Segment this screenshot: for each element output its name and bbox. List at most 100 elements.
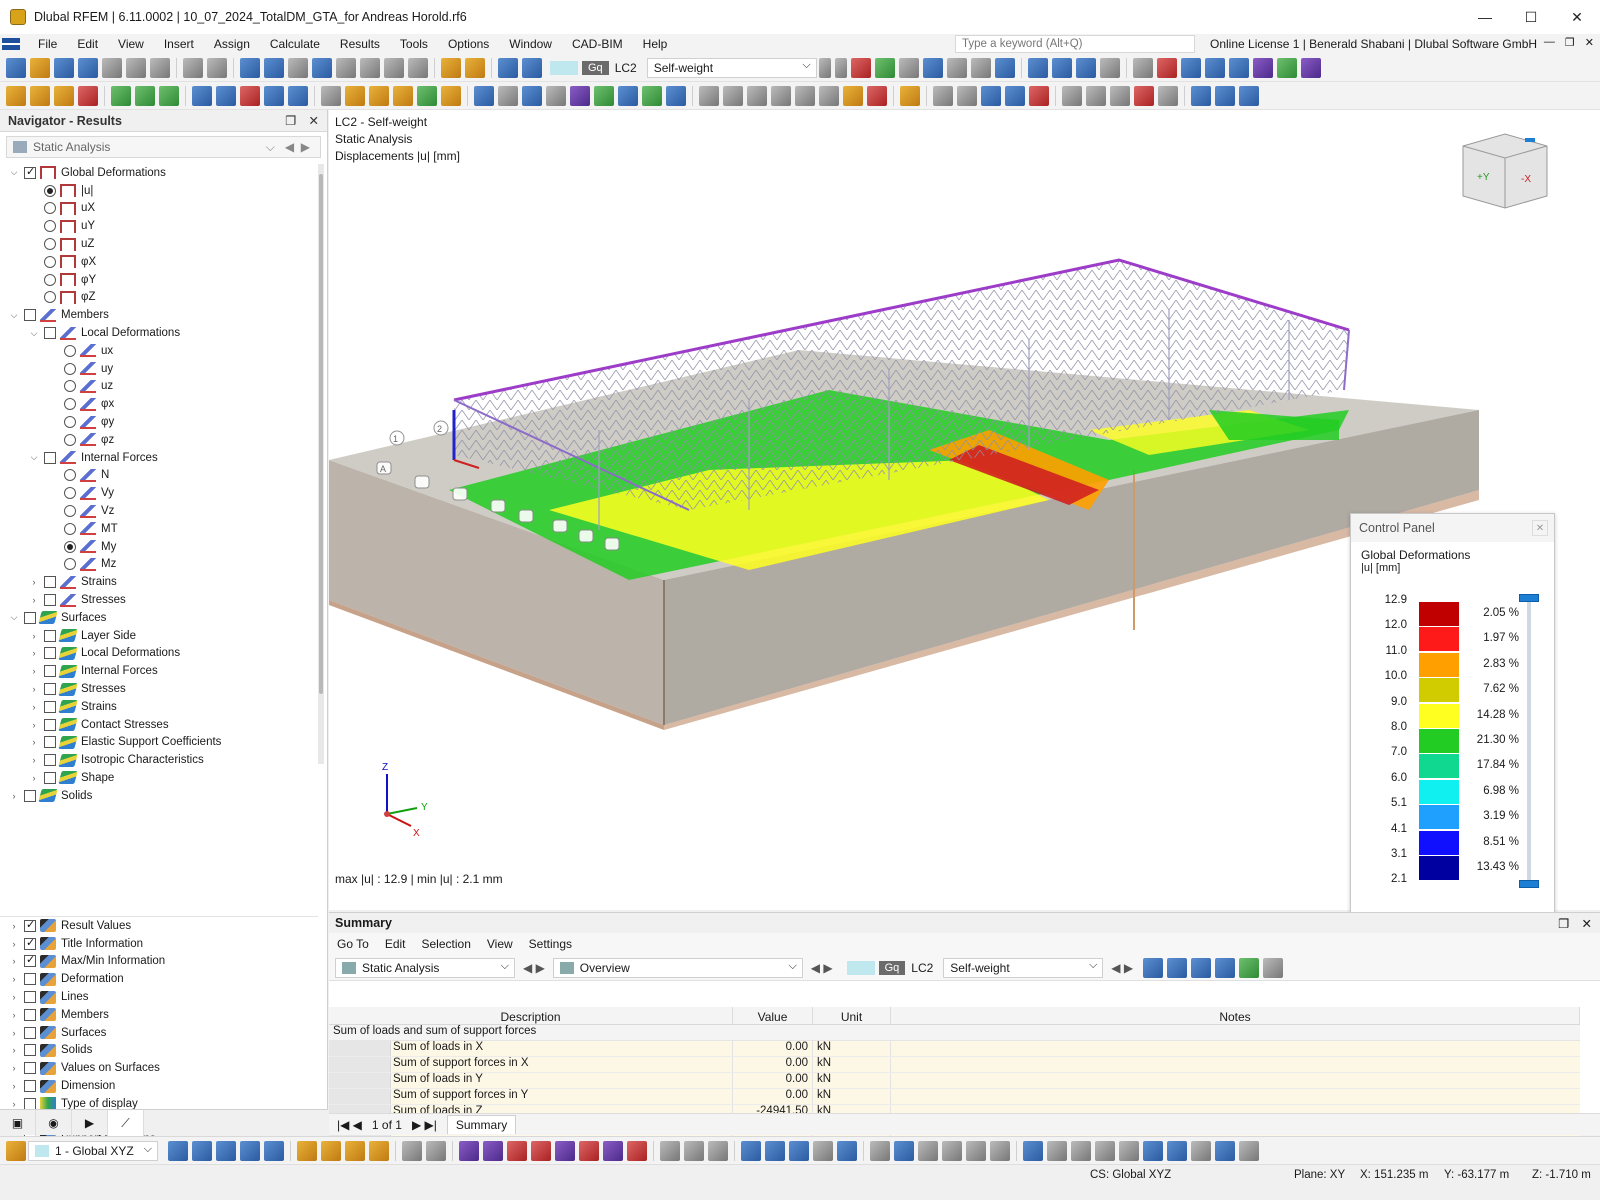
select-4-icon[interactable] bbox=[240, 1140, 260, 1161]
draw-3-icon[interactable] bbox=[507, 1140, 527, 1161]
snap-grid3-icon[interactable] bbox=[1167, 1140, 1187, 1161]
display-checkbox[interactable] bbox=[24, 953, 36, 968]
expand-arrow-icon[interactable]: › bbox=[8, 956, 20, 966]
view-cube[interactable]: +Y -X bbox=[1451, 128, 1559, 218]
tree-radio[interactable] bbox=[64, 469, 76, 482]
grid-icon[interactable] bbox=[933, 85, 953, 106]
load-surface-icon[interactable] bbox=[393, 85, 413, 106]
color-scale-icon[interactable] bbox=[900, 85, 920, 106]
filter-icon[interactable] bbox=[474, 85, 494, 106]
values-icon[interactable] bbox=[898, 57, 919, 78]
expand-arrow-icon[interactable]: › bbox=[8, 791, 20, 801]
select-9-icon[interactable] bbox=[369, 1140, 389, 1161]
align-2-icon[interactable] bbox=[723, 85, 743, 106]
display-loads-icon[interactable] bbox=[666, 85, 686, 106]
supports-icon[interactable] bbox=[922, 57, 943, 78]
tree-item-mt-20[interactable]: MT bbox=[0, 520, 318, 538]
tree-checkbox[interactable] bbox=[44, 700, 56, 713]
tree-item-u-1[interactable]: |u| bbox=[0, 182, 318, 200]
print-icon[interactable] bbox=[126, 57, 146, 78]
summary-tool-3-icon[interactable] bbox=[1191, 957, 1212, 978]
load-free-icon[interactable] bbox=[441, 85, 461, 106]
axis-y-icon[interactable] bbox=[1276, 57, 1297, 78]
display-checkbox[interactable] bbox=[24, 1008, 36, 1021]
tree-checkbox[interactable] bbox=[44, 594, 56, 607]
console-icon[interactable] bbox=[336, 57, 356, 78]
next-arrow-icon[interactable] bbox=[834, 57, 847, 78]
child-restore-icon[interactable]: ❐ bbox=[1565, 36, 1575, 49]
angle-icon[interactable] bbox=[870, 1140, 890, 1161]
expand-arrow-icon[interactable]: ⌵ bbox=[8, 167, 20, 178]
expand-arrow-icon[interactable]: › bbox=[8, 1081, 20, 1091]
measure-icon[interactable] bbox=[288, 57, 308, 78]
tree-radio[interactable] bbox=[64, 398, 76, 411]
align-1-icon[interactable] bbox=[699, 85, 719, 106]
table-row[interactable]: Sum of loads in X 0.00 kN bbox=[329, 1041, 1580, 1057]
menu-window[interactable]: Window bbox=[499, 37, 562, 51]
tree-checkbox[interactable] bbox=[44, 629, 56, 642]
child-close-icon[interactable]: ✕ bbox=[1585, 36, 1594, 49]
tree-item-x-13[interactable]: φx bbox=[0, 395, 318, 413]
tree-item-vy-18[interactable]: Vy bbox=[0, 484, 318, 502]
menu-insert[interactable]: Insert bbox=[154, 37, 204, 51]
snap-icon[interactable] bbox=[6, 85, 26, 106]
dlubal-center-icon[interactable] bbox=[54, 57, 74, 78]
tree-checkbox[interactable] bbox=[44, 576, 56, 589]
child-minimize-icon[interactable]: — bbox=[1544, 36, 1555, 49]
draw-1-icon[interactable] bbox=[459, 1140, 479, 1161]
undo-icon[interactable] bbox=[183, 57, 203, 78]
display-members-icon[interactable] bbox=[570, 85, 590, 106]
summary-menu-selection[interactable]: Selection bbox=[414, 937, 479, 951]
view-cs-combo[interactable]: 1 - Global XYZ bbox=[28, 1140, 158, 1161]
line-tool-icon[interactable] bbox=[30, 85, 50, 106]
solid-tool-icon[interactable] bbox=[264, 85, 284, 106]
tree-radio[interactable] bbox=[44, 184, 56, 197]
display-solids-icon[interactable] bbox=[618, 85, 638, 106]
minimize-button[interactable]: — bbox=[1462, 0, 1508, 34]
expand-arrow-icon[interactable]: › bbox=[8, 1099, 20, 1109]
tree-radio[interactable] bbox=[64, 344, 76, 357]
tree-item-layer-side-26[interactable]: › Layer Side bbox=[0, 627, 318, 645]
object-snap-icon[interactable] bbox=[981, 85, 1001, 106]
view-3d-icon[interactable] bbox=[1180, 57, 1201, 78]
tree-radio[interactable] bbox=[64, 505, 76, 518]
result-values-icon[interactable] bbox=[1051, 57, 1072, 78]
nav-tab-results-icon[interactable]: ⟋ bbox=[108, 1110, 144, 1136]
next-load-icon[interactable] bbox=[522, 57, 542, 78]
results-on-icon[interactable] bbox=[874, 57, 895, 78]
tree-item-y-6[interactable]: φY bbox=[0, 271, 318, 289]
summary-overview-combo[interactable]: Overview bbox=[552, 957, 803, 978]
expand-arrow-icon[interactable]: › bbox=[8, 974, 20, 984]
pager-arrows-icon[interactable]: |◀ ◀ bbox=[337, 1118, 362, 1132]
expand-arrow-icon[interactable]: › bbox=[8, 992, 20, 1002]
tree-radio[interactable] bbox=[64, 416, 76, 429]
load-case-name[interactable]: Self-weight bbox=[646, 57, 817, 78]
tree-radio[interactable] bbox=[64, 558, 76, 571]
extension-icon[interactable] bbox=[1095, 1140, 1115, 1161]
tree-item-isotropic-characteristics-33[interactable]: › Isotropic Characteristics bbox=[0, 751, 318, 769]
edit-1-icon[interactable] bbox=[660, 1140, 680, 1161]
navigator-float-icon[interactable]: ❐ bbox=[285, 113, 296, 128]
gears-icon[interactable] bbox=[1132, 57, 1153, 78]
navigator-scrollbar[interactable] bbox=[318, 164, 324, 764]
snap-grid-icon[interactable] bbox=[957, 85, 977, 106]
expand-arrow-icon[interactable]: › bbox=[28, 666, 40, 676]
tree-radio[interactable] bbox=[44, 273, 56, 286]
summary-nav-arrows-icon[interactable]: ◀ ▶ bbox=[523, 961, 545, 975]
tree-radio[interactable] bbox=[44, 255, 56, 268]
grid-2-icon[interactable] bbox=[765, 1140, 785, 1161]
animate-icon[interactable] bbox=[1075, 57, 1096, 78]
draw-5-icon[interactable] bbox=[555, 1140, 575, 1161]
save-icon[interactable] bbox=[102, 57, 122, 78]
draw-tool-icon[interactable] bbox=[441, 57, 461, 78]
tree-item-n-17[interactable]: N bbox=[0, 467, 318, 485]
display-item-title-information[interactable]: › Title Information bbox=[0, 935, 318, 953]
display-item-surfaces[interactable]: › Surfaces bbox=[0, 1024, 318, 1042]
tree-item-internal-forces-28[interactable]: › Internal Forces bbox=[0, 662, 318, 680]
tree-item-strains-30[interactable]: › Strains bbox=[0, 698, 318, 716]
expand-arrow-icon[interactable]: › bbox=[28, 702, 40, 712]
display-item-members[interactable]: › Members bbox=[0, 1006, 318, 1024]
summary-nav-arrows3-icon[interactable]: ◀ ▶ bbox=[1111, 961, 1133, 975]
tree-checkbox[interactable] bbox=[44, 665, 56, 678]
table-row[interactable]: Sum of support forces in Y 0.00 kN bbox=[329, 1089, 1580, 1105]
